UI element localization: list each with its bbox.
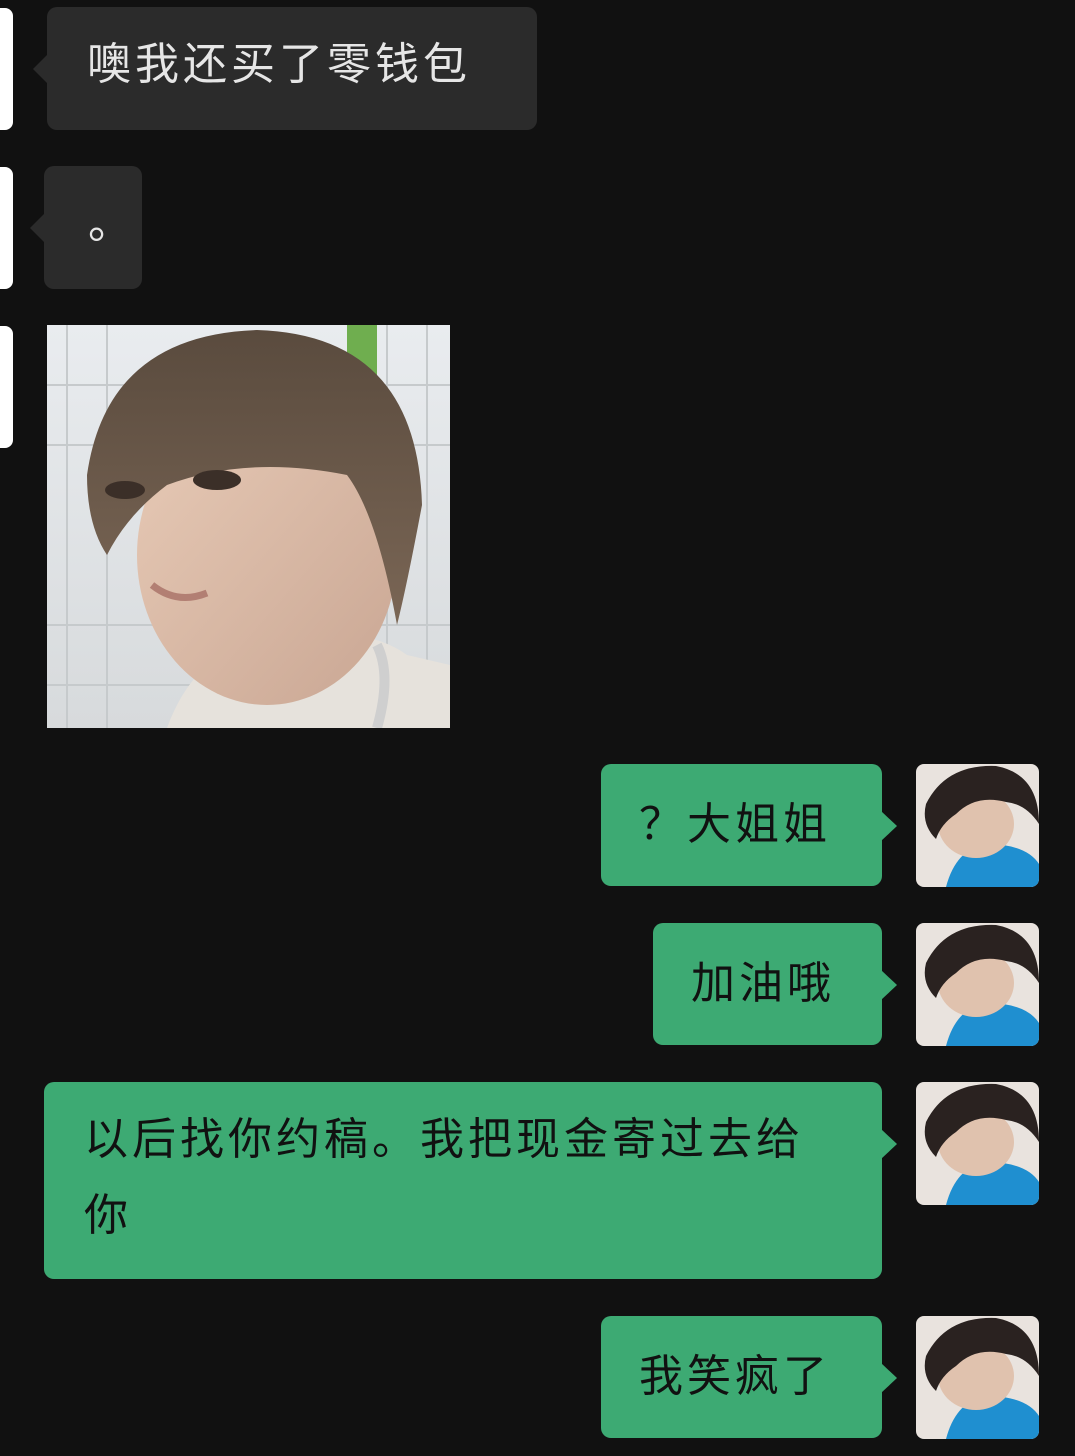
received-image-message[interactable]: [47, 325, 450, 728]
sent-message-bubble[interactable]: 加油哦: [653, 923, 897, 1045]
message-text: 以后找你约稿。我把现金寄过去给你: [84, 1114, 804, 1241]
chat-view: 噢我还买了零钱包 。 ？大姐姐 加油哦 以后找你约稿。我把现金寄过去给你 我笑疯…: [0, 0, 1075, 1456]
user-avatar[interactable]: [916, 1316, 1039, 1439]
sent-message-bubble[interactable]: 我笑疯了: [601, 1316, 897, 1438]
message-text: 。: [88, 198, 136, 249]
contact-avatar[interactable]: [0, 167, 13, 289]
received-message-bubble[interactable]: 。: [30, 166, 142, 289]
selfie-photo-icon: [47, 325, 450, 728]
user-avatar[interactable]: [916, 764, 1039, 887]
sent-message-bubble[interactable]: 以后找你约稿。我把现金寄过去给你: [44, 1082, 897, 1279]
message-text: 我笑疯了: [639, 1351, 831, 1402]
user-avatar[interactable]: [916, 1082, 1039, 1205]
received-message-bubble[interactable]: 噢我还买了零钱包: [33, 7, 537, 130]
user-avatar-photo-icon: [916, 764, 1039, 887]
user-avatar-photo-icon: [916, 1316, 1039, 1439]
user-avatar[interactable]: [916, 923, 1039, 1046]
user-avatar-photo-icon: [916, 1082, 1039, 1205]
contact-avatar[interactable]: [0, 8, 13, 130]
sent-message-bubble[interactable]: ？大姐姐: [601, 764, 897, 886]
message-text: 加油哦: [691, 958, 835, 1009]
message-text: ？大姐姐: [639, 799, 831, 850]
user-avatar-photo-icon: [916, 923, 1039, 1046]
message-text: 噢我还买了零钱包: [87, 39, 471, 90]
contact-avatar[interactable]: [0, 326, 13, 448]
